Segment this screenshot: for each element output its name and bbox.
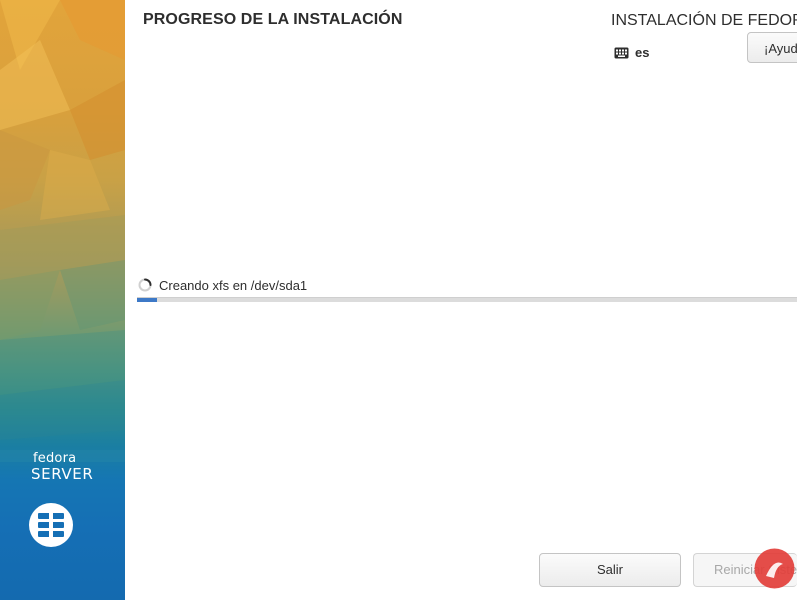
quit-button[interactable]: Salir — [539, 553, 681, 587]
page-title: PROGRESO DE LA INSTALACIÓN — [143, 11, 403, 28]
keyboard-layout-label: es — [635, 45, 650, 60]
installer-window: fedora SERVER PROGRESO DE LA INSTALACIÓN… — [0, 0, 797, 600]
fedora-wordmark: fedora — [33, 451, 77, 466]
install-progress-fill — [137, 298, 157, 302]
watermark-logo-icon — [754, 548, 795, 589]
product-title: INSTALACIÓN DE FEDORA — [611, 12, 797, 29]
fedora-server-logo-icon — [27, 503, 75, 552]
install-progress-bar — [137, 297, 797, 302]
keyboard-layout-indicator[interactable]: es — [614, 45, 649, 60]
install-status-text: Creando xfs en /dev/sda1 — [159, 277, 308, 293]
install-status: Creando xfs en /dev/sda1 — [137, 277, 307, 293]
help-button[interactable]: ¡Ayuda! — [747, 32, 797, 63]
keyboard-icon — [614, 47, 629, 58]
server-wordmark: SERVER — [31, 465, 94, 483]
spinner-icon — [138, 278, 152, 292]
sidebar: fedora SERVER — [0, 0, 125, 600]
